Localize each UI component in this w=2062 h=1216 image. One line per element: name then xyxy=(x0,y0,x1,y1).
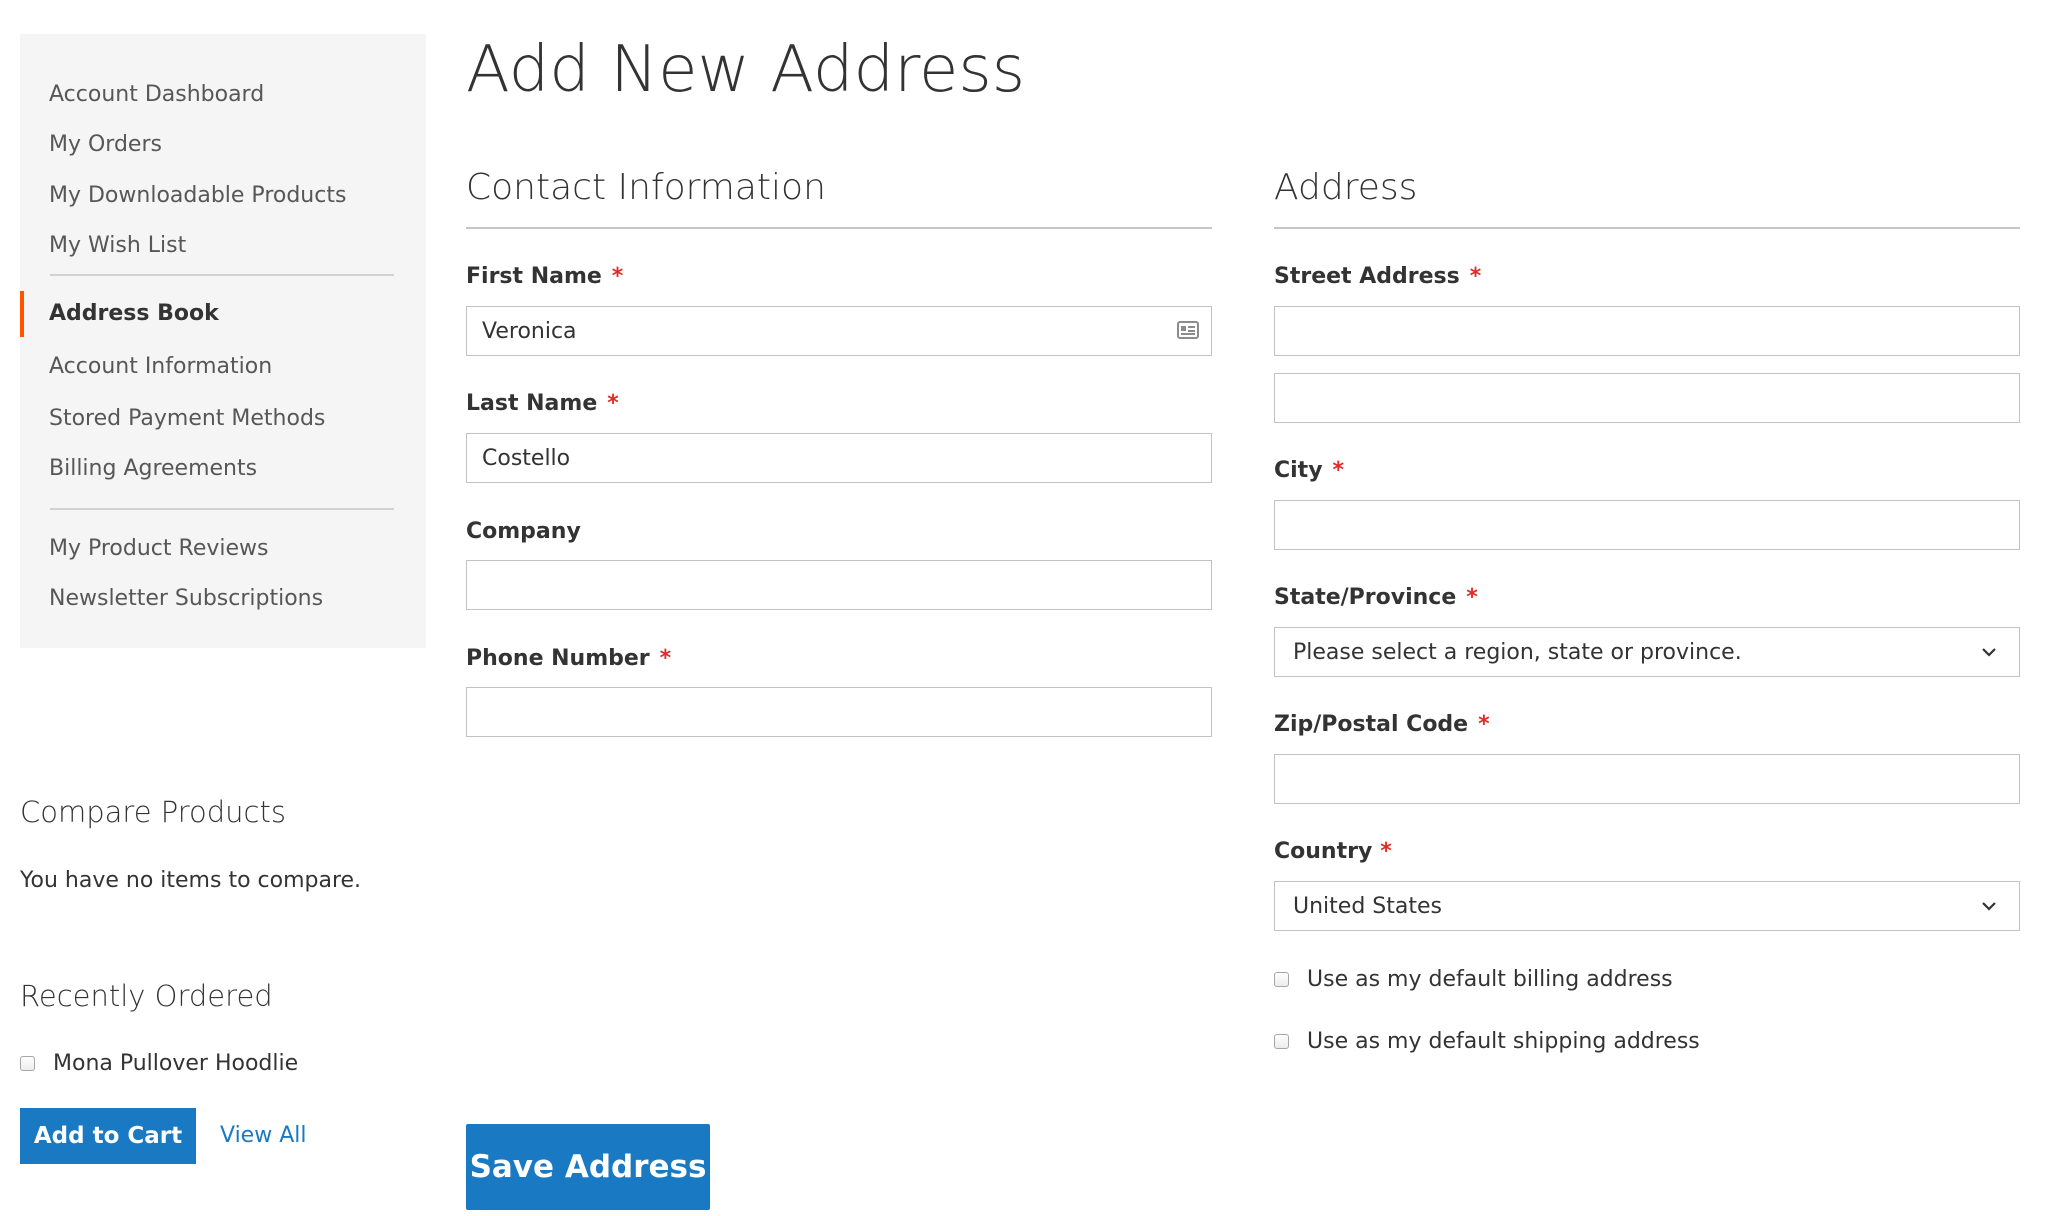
nav-item-my-orders[interactable]: My Orders xyxy=(49,130,162,160)
last-name-value: Costello xyxy=(482,445,571,471)
nav-divider xyxy=(50,508,394,510)
zip-postal-code-field[interactable] xyxy=(1274,754,2020,804)
current-nav-marker xyxy=(20,291,24,337)
last-name-field[interactable]: Costello xyxy=(466,433,1212,483)
last-name-label-text: Last Name xyxy=(466,391,598,416)
nav-item-my-downloadable-products[interactable]: My Downloadable Products xyxy=(49,181,346,211)
page-title: Add New Address xyxy=(466,33,1026,107)
default-shipping-label: Use as my default shipping address xyxy=(1307,1029,1700,1054)
view-all-link[interactable]: View All xyxy=(220,1122,306,1150)
default-billing-checkbox[interactable] xyxy=(1274,972,1289,987)
state-province-label: State/Province * xyxy=(1274,584,1478,612)
phone-number-field[interactable] xyxy=(466,687,1212,737)
state-province-select[interactable]: Please select a region, state or provinc… xyxy=(1274,627,2020,677)
last-name-label: Last Name * xyxy=(466,390,619,418)
default-billing-label: Use as my default billing address xyxy=(1307,967,1673,992)
city-field[interactable] xyxy=(1274,500,2020,550)
chevron-down-icon xyxy=(1982,902,1996,911)
recently-ordered-checkbox[interactable] xyxy=(20,1056,35,1071)
nav-divider xyxy=(50,274,394,276)
required-marker: * xyxy=(607,391,619,416)
city-label: City * xyxy=(1274,457,1344,485)
recently-ordered-item: Mona Pullover Hoodlie xyxy=(20,1051,298,1076)
first-name-field[interactable]: Veronica xyxy=(466,306,1212,356)
nav-item-newsletter-subscriptions[interactable]: Newsletter Subscriptions xyxy=(49,584,323,614)
city-label-text: City xyxy=(1274,458,1323,483)
nav-item-stored-payment-methods[interactable]: Stored Payment Methods xyxy=(49,404,325,434)
nav-item-billing-agreements[interactable]: Billing Agreements xyxy=(49,454,257,484)
recently-ordered-item-label: Mona Pullover Hoodlie xyxy=(53,1051,299,1076)
country-selected: United States xyxy=(1293,893,1442,919)
street-address-line1-field[interactable] xyxy=(1274,306,2020,356)
phone-number-label-text: Phone Number xyxy=(466,646,650,671)
required-marker: * xyxy=(611,264,624,289)
zip-postal-code-label-text: Zip/Postal Code xyxy=(1274,712,1469,737)
company-label: Company xyxy=(466,519,581,544)
phone-number-label: Phone Number * xyxy=(466,645,671,673)
contact-section-rule xyxy=(466,227,1212,229)
contact-information-title: Contact Information xyxy=(466,167,826,208)
country-label: Country * xyxy=(1274,838,1392,866)
street-address-line2-field[interactable] xyxy=(1274,373,2020,423)
state-province-label-text: State/Province xyxy=(1274,585,1457,610)
address-section-title: Address xyxy=(1274,167,1418,208)
company-field[interactable] xyxy=(466,560,1212,610)
required-marker: * xyxy=(1478,712,1490,737)
save-address-button[interactable]: Save Address xyxy=(466,1124,710,1210)
nav-item-my-wish-list[interactable]: My Wish List xyxy=(49,231,186,261)
add-to-cart-button[interactable]: Add to Cart xyxy=(20,1108,196,1164)
contact-card-icon[interactable] xyxy=(1177,321,1199,339)
country-select[interactable]: United States xyxy=(1274,881,2020,931)
nav-item-account-dashboard[interactable]: Account Dashboard xyxy=(49,80,264,110)
required-marker: * xyxy=(1466,585,1478,610)
first-name-label-text: First Name xyxy=(466,264,602,289)
default-shipping-option: Use as my default shipping address xyxy=(1274,1029,1700,1054)
country-label-text: Country xyxy=(1274,839,1373,864)
state-province-selected: Please select a region, state or provinc… xyxy=(1293,639,1742,665)
chevron-down-icon xyxy=(1982,648,1996,657)
default-shipping-checkbox[interactable] xyxy=(1274,1034,1289,1049)
compare-products-title: Compare Products xyxy=(20,795,286,829)
first-name-value: Veronica xyxy=(482,318,577,344)
street-address-label-text: Street Address xyxy=(1274,264,1460,289)
nav-item-address-book: Address Book xyxy=(49,301,219,326)
required-marker: * xyxy=(659,646,672,671)
required-marker: * xyxy=(1469,264,1482,289)
first-name-label: First Name * xyxy=(466,263,623,291)
recently-ordered-title: Recently Ordered xyxy=(20,979,273,1013)
zip-postal-code-label: Zip/Postal Code * xyxy=(1274,711,1490,739)
compare-empty-text: You have no items to compare. xyxy=(20,868,362,893)
nav-item-account-information[interactable]: Account Information xyxy=(49,352,272,382)
account-nav: Account Dashboard My Orders My Downloada… xyxy=(20,34,426,648)
default-billing-option: Use as my default billing address xyxy=(1274,967,1673,992)
nav-item-my-product-reviews[interactable]: My Product Reviews xyxy=(49,534,268,564)
required-marker: * xyxy=(1380,839,1392,864)
required-marker: * xyxy=(1332,458,1345,483)
address-section-rule xyxy=(1274,227,2020,229)
street-address-label: Street Address * xyxy=(1274,263,1481,291)
